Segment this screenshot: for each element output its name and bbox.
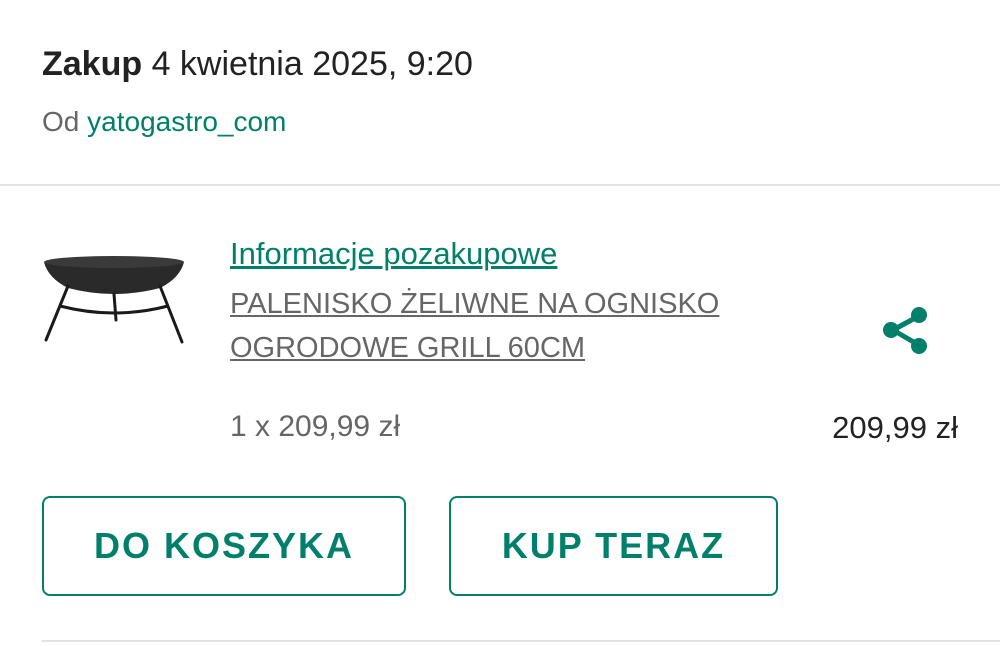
- divider: [42, 640, 1000, 642]
- add-to-cart-button[interactable]: DO KOSZYKA: [42, 496, 406, 596]
- total-price: 209,99 zł: [832, 410, 958, 445]
- buy-now-button[interactable]: KUP TERAZ: [449, 496, 778, 596]
- seller-link[interactable]: yatogastro_com: [87, 106, 286, 137]
- product-name-link[interactable]: PALENISKO ŻELIWNE NA OGNISKO OGRODOWE GR…: [230, 282, 830, 370]
- product-info: Informacje pozakupowe PALENISKO ŻELIWNE …: [230, 234, 830, 370]
- purchase-title: Zakup: [42, 45, 143, 83]
- purchase-header: Zakup 4 kwietnia 2025, 9:20 Od yatogastr…: [42, 38, 473, 138]
- seller-line: Od yatogastro_com: [42, 106, 473, 138]
- fire-pit-image[interactable]: [40, 250, 188, 350]
- divider: [0, 184, 1000, 186]
- purchase-details-page: Zakup 4 kwietnia 2025, 9:20 Od yatogastr…: [0, 0, 1000, 646]
- purchase-date: 4 kwietnia 2025, 9:20: [151, 45, 473, 83]
- purchase-line: Zakup 4 kwietnia 2025, 9:20: [42, 38, 473, 90]
- post-purchase-info-link[interactable]: Informacje pozakupowe: [230, 234, 830, 274]
- share-icon[interactable]: [878, 302, 934, 358]
- quantity-price: 1 x 209,99 zł: [230, 410, 401, 443]
- seller-prefix: Od: [42, 106, 80, 137]
